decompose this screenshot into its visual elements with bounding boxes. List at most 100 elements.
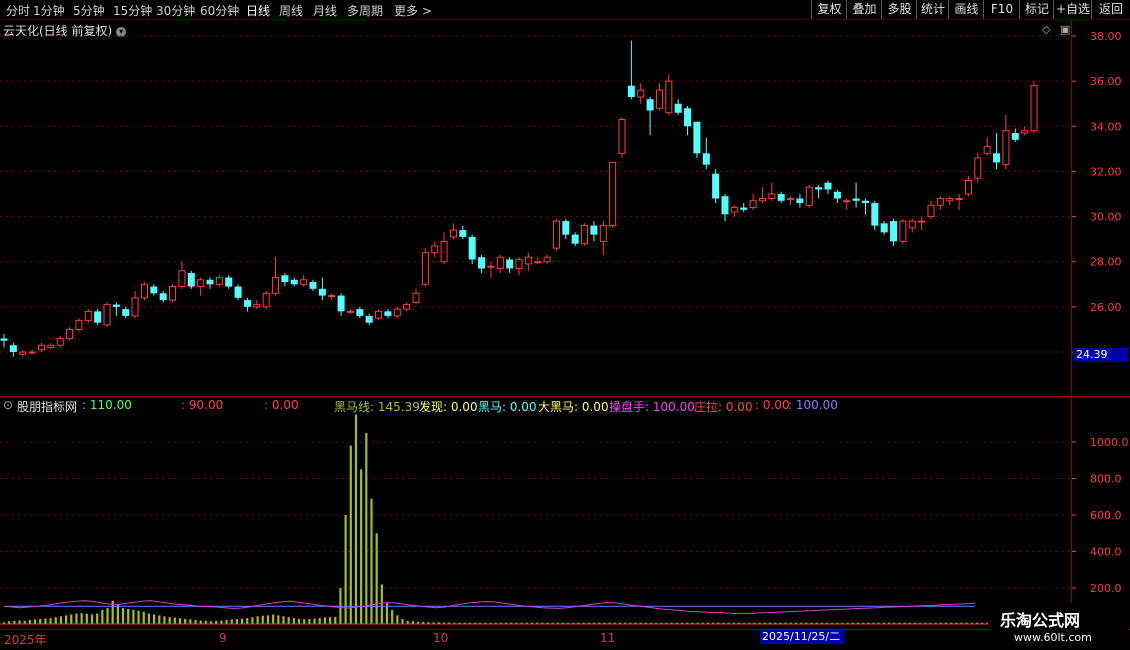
candle-body-down [478, 257, 486, 269]
candle-body-up [178, 270, 186, 288]
indicator-menu-icon[interactable]: ⊙ [3, 398, 13, 412]
candle-body-down [646, 99, 654, 111]
candle-body-up [37, 344, 45, 351]
candle-body-up [768, 193, 776, 200]
candle-body-up [403, 304, 411, 310]
period-tab-weekly[interactable]: 周线 [279, 2, 303, 19]
candle-body-up [552, 220, 560, 249]
candle-body-up [730, 207, 738, 213]
period-tab-multi[interactable]: 多周期 [347, 2, 383, 19]
indicator-value-4: : 0.00 [755, 398, 790, 412]
x-label-sep: 9 [219, 631, 227, 645]
price-tick-label: 28.00 [1090, 256, 1122, 269]
candle-body-down [1011, 133, 1019, 140]
candle-body-up [328, 295, 336, 298]
watermark-url: www.60lt.com [1014, 631, 1092, 644]
period-tab-5min[interactable]: 5分钟 [73, 2, 105, 19]
period-tab-60min[interactable]: 60分钟 [200, 2, 239, 19]
period-tab-intraday[interactable]: 分时 [6, 2, 30, 19]
candle-body-down [880, 223, 888, 233]
candle-body-up [56, 337, 64, 346]
candle-body-down [571, 234, 579, 244]
candle-body-down [852, 198, 860, 201]
candle-body-up [637, 89, 645, 98]
candle-body-down [590, 225, 598, 235]
restore-rights-button[interactable]: 复权 [811, 0, 847, 19]
candle-body-up [272, 277, 280, 294]
watermark: 乐淘公式网 www.60lt.com [988, 603, 1128, 649]
price-tick-label: 26.00 [1090, 301, 1122, 314]
price-tick-label: 38.00 [1090, 30, 1122, 43]
candle-body-up [515, 258, 523, 269]
candle-body-up [534, 261, 542, 264]
period-tab-30min[interactable]: 30分钟 [156, 2, 195, 19]
candle-body-down [225, 277, 233, 287]
x-label-nov: 11 [600, 631, 616, 645]
period-tab-1min[interactable]: 1分钟 [33, 2, 65, 19]
candle-body-down [94, 311, 102, 323]
candlestick-chart: 24.0026.0028.0030.0032.0034.0036.0038.00 [0, 30, 1122, 359]
candle-body-up [655, 89, 663, 109]
add-watchlist-button[interactable]: +自选 [1053, 0, 1092, 19]
period-tab-15min[interactable]: 15分钟 [113, 2, 152, 19]
candle-body-down [777, 194, 785, 201]
period-tab-monthly[interactable]: 月线 [313, 2, 337, 19]
candle-body-down [0, 338, 8, 341]
period-tab-daily[interactable]: 日线 [246, 2, 270, 19]
candle-body-down [243, 300, 251, 307]
candle-body-up [496, 256, 504, 269]
candle-body-up [215, 277, 223, 285]
mark-button[interactable]: 标记 [1019, 0, 1054, 19]
multi-stock-button[interactable]: 多股 [881, 0, 917, 19]
indicator-value-1: : 110.00 [82, 398, 132, 412]
candle-body-down [365, 315, 373, 323]
candle-body-down [674, 103, 682, 113]
candle-body-down [384, 311, 392, 316]
candle-body-up [103, 304, 111, 326]
candle-body-up [927, 204, 935, 218]
watermark-title: 乐淘公式网 [1000, 611, 1081, 630]
candle-body-up [758, 198, 766, 202]
candle-body-up [665, 80, 673, 114]
indicator-tick-label: 1000.0 [1090, 436, 1129, 449]
indicator-tick-label: 200.0 [1090, 582, 1122, 595]
candle-body-up [946, 198, 954, 202]
candle-body-up [843, 200, 851, 203]
candle-body-down [824, 182, 832, 190]
candle-body-up [440, 240, 448, 263]
candle-body-up [412, 292, 420, 303]
indicator-axis-line [1071, 397, 1072, 630]
price-tick-label: 32.00 [1090, 165, 1122, 178]
price-axis-line [1071, 20, 1072, 397]
candle-body-down [122, 309, 130, 316]
price-tick-label: 30.00 [1090, 211, 1122, 224]
candle-body-up [66, 328, 74, 339]
candle-body-down [684, 108, 692, 127]
candle-body-up [918, 220, 926, 223]
overlay-button[interactable]: 叠加 [846, 0, 882, 19]
candle-body-up [28, 351, 36, 354]
candle-body-up [300, 279, 308, 285]
candle-body-down [506, 259, 514, 269]
candle-body-up [75, 319, 83, 330]
candle-body-down [206, 279, 214, 285]
indicator-tick-label: 400.0 [1090, 546, 1122, 559]
draw-line-button[interactable]: 画线 [948, 0, 984, 19]
x-cursor-date: 2025/11/25/二 [760, 630, 844, 644]
indicator-value-2: : 90.00 [181, 398, 224, 412]
price-tick-label: 36.00 [1090, 75, 1122, 88]
current-price-tag: 24.39 [1073, 348, 1128, 362]
period-tab-more[interactable]: 更多 > [394, 2, 432, 19]
candle-body-down [309, 282, 317, 289]
indicator-chart: 200.0 400.0 600.0 800.0 1000.0 [0, 414, 1129, 625]
candle-body-down [712, 173, 720, 199]
back-button[interactable]: 返回 [1091, 0, 1130, 19]
candle-body-up [581, 225, 589, 245]
candle-body-down [815, 187, 823, 190]
candle-body-up [908, 220, 916, 229]
candle-body-down [562, 221, 570, 235]
candle-body-up [421, 252, 429, 285]
statistics-button[interactable]: 统计 [916, 0, 949, 19]
f10-button[interactable]: F10 [983, 0, 1020, 19]
candle-body-down [627, 85, 635, 97]
